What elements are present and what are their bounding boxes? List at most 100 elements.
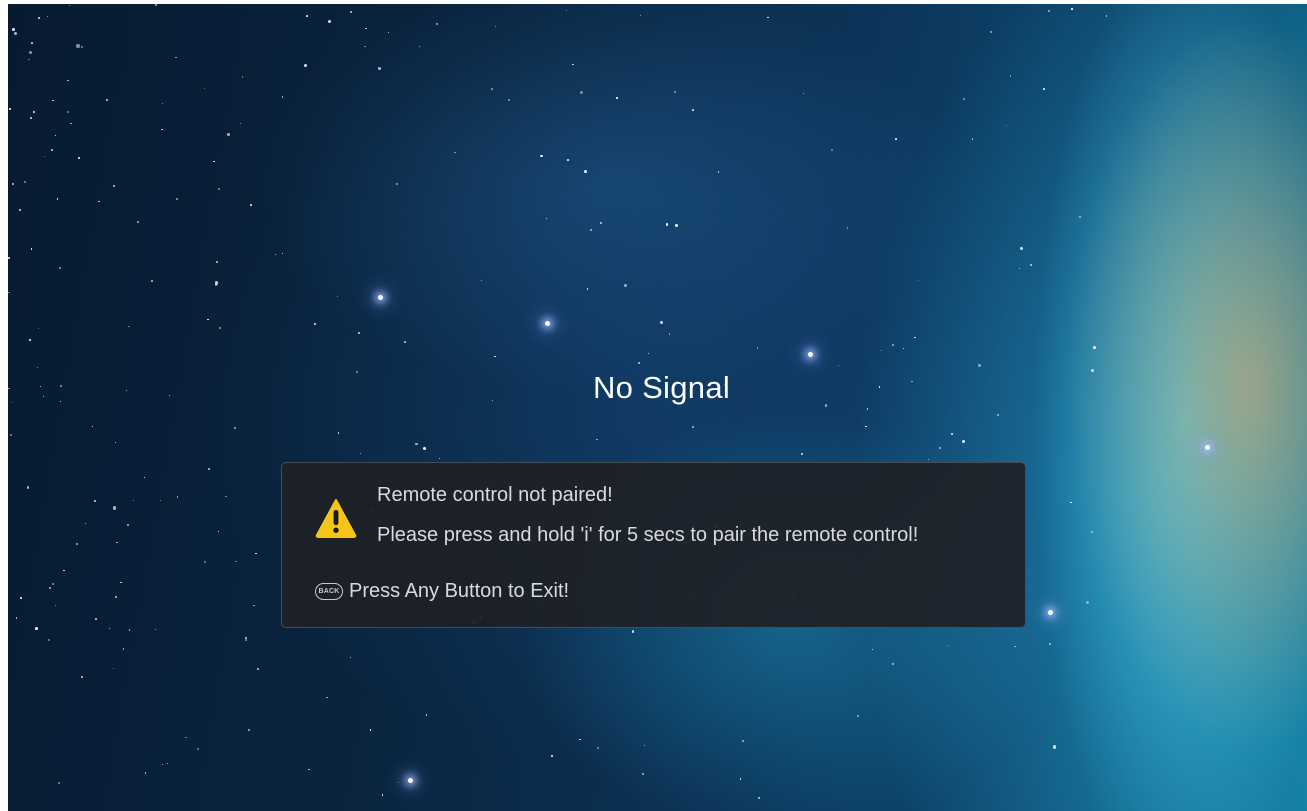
- star: [255, 552, 257, 555]
- star: [436, 23, 438, 25]
- star: [281, 252, 284, 255]
- star: [126, 523, 130, 527]
- star: [1020, 246, 1024, 250]
- star: [350, 11, 353, 14]
- star: [77, 156, 80, 160]
- star: [54, 134, 57, 137]
- star: [398, 781, 400, 784]
- star: [136, 221, 139, 224]
- star: [52, 583, 55, 586]
- star: [35, 627, 38, 630]
- star: [8, 291, 10, 294]
- star: [939, 447, 942, 450]
- star: [1009, 75, 1011, 77]
- tv-screen: No Signal: [8, 4, 1307, 811]
- star: [990, 30, 993, 34]
- star: [242, 76, 244, 78]
- star: [47, 638, 50, 641]
- star: [1070, 502, 1072, 504]
- star: [418, 46, 421, 48]
- star: [357, 331, 361, 335]
- star: [1086, 600, 1090, 605]
- star: [675, 224, 679, 228]
- star: [902, 347, 904, 350]
- star: [59, 267, 61, 269]
- star: [364, 27, 367, 30]
- no-signal-title: No Signal: [592, 370, 731, 405]
- star: [616, 97, 618, 99]
- star: [717, 171, 720, 173]
- star: [631, 630, 635, 633]
- star: [508, 99, 510, 101]
- star: [572, 63, 574, 66]
- star: [144, 476, 146, 479]
- star: [29, 338, 31, 341]
- star: [80, 675, 83, 678]
- star: [1105, 15, 1107, 17]
- star: [963, 97, 966, 100]
- star: [55, 605, 57, 607]
- star: [1042, 87, 1045, 90]
- star: [248, 728, 251, 731]
- star: [226, 132, 230, 136]
- star: [1052, 745, 1056, 749]
- star: [24, 181, 26, 184]
- star: [128, 325, 130, 328]
- star: [175, 198, 178, 200]
- star: [203, 561, 207, 564]
- star: [665, 222, 669, 226]
- star: [57, 198, 59, 200]
- star: [871, 649, 873, 651]
- star: [52, 99, 55, 102]
- star: [37, 16, 40, 19]
- star: [235, 561, 237, 563]
- remote-pairing-dialog[interactable]: Remote control not paired! Please press …: [281, 462, 1026, 628]
- star: [219, 327, 222, 330]
- star: [997, 413, 1000, 416]
- star: [12, 28, 15, 31]
- star: [545, 218, 547, 220]
- star: [98, 200, 100, 203]
- star: [33, 110, 35, 113]
- star: [691, 109, 694, 112]
- star: [454, 152, 456, 154]
- pairing-message-title: Remote control not paired!: [377, 484, 613, 506]
- bright-star: [1048, 610, 1053, 615]
- star: [207, 467, 210, 470]
- bright-star: [808, 352, 813, 357]
- star: [387, 32, 389, 34]
- star: [120, 581, 122, 584]
- star: [9, 107, 11, 110]
- exit-hint-row: BACK Press Any Button to Exit!: [315, 578, 569, 604]
- star: [66, 110, 69, 113]
- star: [551, 755, 554, 758]
- star: [803, 92, 805, 94]
- star: [566, 10, 568, 12]
- star: [16, 617, 18, 619]
- star: [215, 260, 218, 263]
- star: [47, 16, 49, 18]
- bright-star: [378, 295, 383, 300]
- star: [642, 773, 644, 775]
- star: [76, 44, 80, 48]
- star: [639, 14, 642, 16]
- star: [176, 496, 179, 499]
- star: [378, 66, 382, 70]
- star: [1091, 531, 1094, 533]
- star: [185, 736, 187, 738]
- star: [154, 4, 157, 6]
- back-button-icon[interactable]: BACK: [315, 582, 343, 600]
- star: [758, 797, 760, 799]
- star: [63, 569, 66, 572]
- star: [159, 499, 162, 502]
- star: [28, 58, 30, 61]
- star: [114, 441, 116, 443]
- star: [257, 668, 259, 670]
- star: [425, 714, 428, 716]
- star: [217, 530, 220, 533]
- star: [597, 747, 600, 750]
- star: [1071, 8, 1074, 10]
- star: [837, 364, 840, 366]
- star: [44, 155, 46, 158]
- star: [359, 452, 362, 454]
